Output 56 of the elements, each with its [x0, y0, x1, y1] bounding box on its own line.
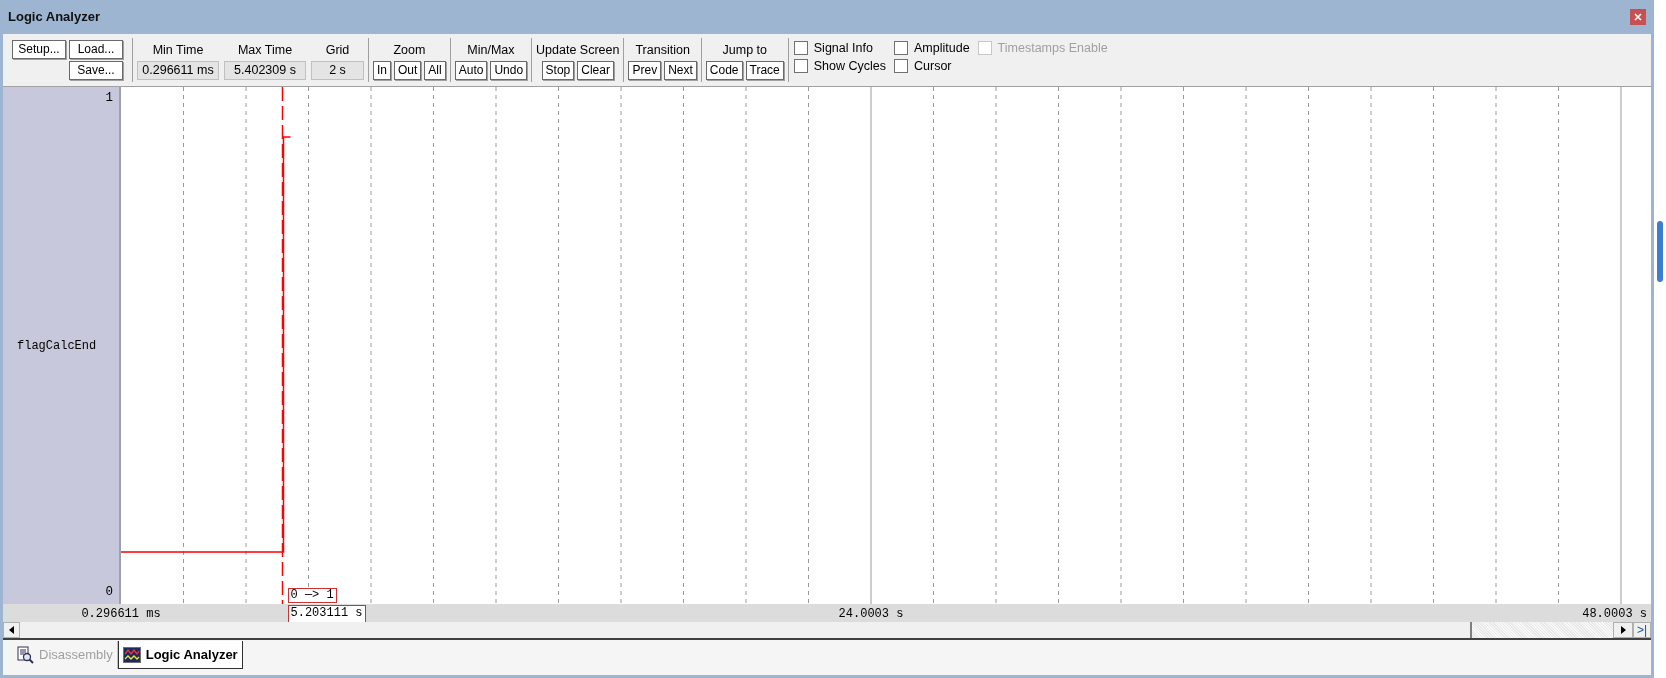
readout-label: Grid	[325, 43, 350, 58]
group-label: Min/Max	[467, 43, 515, 58]
checkbox-label: Signal Info	[813, 39, 873, 57]
toolbar-button[interactable]: Prev	[628, 61, 662, 80]
magnifier-document-icon	[16, 646, 34, 664]
toolbar-button[interactable]: Next	[664, 61, 697, 80]
toolbar-button[interactable]: Setup...	[12, 40, 66, 59]
toolbar-button[interactable]: Save...	[69, 61, 123, 80]
toolbar-button[interactable]: Code	[705, 61, 743, 80]
toolbar-button[interactable]: Out	[394, 61, 422, 80]
time-label: 24.0003 s	[838, 606, 904, 623]
close-icon	[1634, 13, 1642, 21]
checkbox-label: Cursor	[914, 57, 952, 75]
waveform-icon	[122, 646, 141, 663]
readout-label: Min Time	[152, 43, 204, 58]
checkbox[interactable]	[793, 41, 808, 55]
checkbox-label: Timestamps Enable	[997, 39, 1108, 57]
checkbox[interactable]	[793, 59, 808, 73]
scroll-left-button[interactable]	[3, 622, 20, 638]
toolbar-button[interactable]: Clear	[577, 61, 614, 80]
readout-value: 2 s	[311, 61, 364, 80]
window-title: Logic Analyzer	[8, 8, 100, 27]
toolbar-button[interactable]: In	[373, 61, 391, 80]
scroll-end-button[interactable]: >|	[1633, 622, 1651, 638]
group-label: Zoom	[393, 43, 426, 58]
toolbar-button[interactable]: Load...	[69, 40, 123, 59]
scroll-thumb[interactable]	[20, 622, 1472, 638]
close-button[interactable]	[1630, 9, 1646, 25]
time-label: 0.296611 ms	[81, 606, 161, 623]
toolbar-button[interactable]: Stop	[541, 61, 575, 80]
level-label: 1	[105, 90, 114, 107]
signal-name[interactable]: flagCalcEnd	[3, 336, 97, 355]
readout-value: 5.402309 s	[224, 61, 306, 80]
group-label: Jump to	[722, 43, 768, 58]
readout-value: 0.296611 ms	[137, 61, 219, 80]
toolbar-button[interactable]: Auto	[454, 61, 488, 80]
right-arrow-icon	[1620, 626, 1626, 634]
level-label: 0	[105, 584, 114, 602]
checkbox[interactable]	[894, 41, 908, 55]
tab[interactable]: Logic Analyzer	[117, 641, 243, 669]
group-label: Update Screen	[536, 43, 620, 58]
left-arrow-icon	[9, 626, 14, 634]
readout-label: Max Time	[237, 43, 293, 58]
toolbar-button[interactable]: All	[424, 61, 446, 80]
checkbox-label: Amplitude	[914, 39, 970, 57]
group-label: Transition	[635, 43, 690, 58]
cursor-time-label: 5.203111 s	[287, 605, 366, 622]
scroll-right-button[interactable]	[1613, 622, 1633, 638]
checkbox-label: Show Cycles	[813, 57, 886, 75]
toolbar-button[interactable]: Trace	[745, 61, 784, 80]
toolbar-button[interactable]: Undo	[490, 61, 528, 80]
scrollbar-thumb[interactable]	[1657, 221, 1663, 282]
checkbox[interactable]	[894, 59, 908, 73]
time-label: 48.0003 s	[1582, 606, 1647, 623]
transition-label: 0 —> 1	[287, 588, 337, 603]
horizontal-scrollbar[interactable]: >|	[3, 622, 1651, 640]
